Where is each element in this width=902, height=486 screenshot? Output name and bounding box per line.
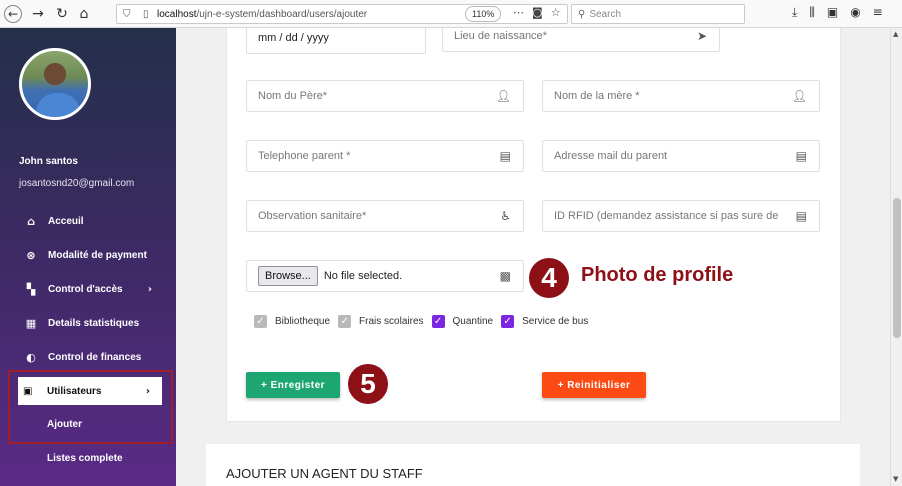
mother-name-input[interactable]: Nom de la mère * 👤︎	[542, 80, 820, 112]
parent-phone-input[interactable]: Telephone parent * ▤	[246, 140, 524, 172]
father-name-input[interactable]: Nom du Père* 👤︎	[246, 80, 524, 112]
rfid-placeholder: ID RFID (demandez assistance si pas sure…	[554, 210, 779, 222]
submenu-item-ajouter[interactable]: Ajouter	[47, 419, 82, 430]
user-email: josantosnd20@gmail.com	[19, 178, 135, 189]
scroll-up-icon[interactable]: ▲	[893, 30, 898, 38]
checkbox-label: Bibliotheque	[275, 316, 331, 327]
user-icon: 👤︎	[495, 89, 511, 103]
menu-icon[interactable]: ≡	[873, 5, 883, 20]
checkbox-service-bus[interactable]: ✓	[501, 315, 515, 328]
sidebar: John santos josantosnd20@gmail.com ⌂ Acc…	[0, 28, 176, 486]
checkbox-label: Frais scolaires	[359, 316, 424, 327]
access-icon: ▚	[26, 282, 36, 296]
staff-section-title: AJOUTER UN AGENT DU STAFF	[226, 466, 423, 481]
finance-icon: ◐	[26, 350, 36, 364]
father-placeholder: Nom du Père*	[258, 90, 328, 102]
user-icon: 👤︎	[791, 89, 807, 103]
checkbox-label: Service de bus	[522, 316, 589, 327]
id-card-icon: ▤	[499, 149, 511, 163]
birthdate-value: mm / dd / yyyy	[258, 32, 329, 44]
chevron-right-icon: ›	[145, 385, 150, 397]
shield-icon: ⛉	[123, 8, 131, 20]
scroll-thumb[interactable]	[893, 198, 901, 338]
reset-button[interactable]: + Reinitialiser	[542, 372, 646, 398]
checkbox-bibliotheque[interactable]: ✓	[254, 315, 267, 328]
checkbox-label: Quantine	[452, 316, 494, 327]
chevron-right-icon: ›	[147, 283, 152, 295]
birthplace-input[interactable]: Lieu de naissance* ➤	[442, 28, 720, 52]
location-arrow-icon: ➤	[696, 29, 707, 43]
sidebar-item-stats[interactable]: ▦ Details statistiques	[22, 312, 162, 334]
sidebar-item-label: Details statistiques	[48, 317, 140, 329]
checkbox-quantine[interactable]: ✓	[431, 315, 445, 328]
id-card-icon: ▤	[795, 209, 807, 223]
accessibility-icon: ♿︎	[500, 209, 511, 223]
page-info-icon[interactable]: ▯	[143, 9, 157, 20]
page-scrollbar[interactable]: ▲ ▼	[890, 28, 902, 486]
rfid-input[interactable]: ID RFID (demandez assistance si pas sure…	[542, 200, 820, 232]
sidebar-item-label: Utilisateurs	[47, 385, 102, 397]
birthplace-placeholder: Lieu de naissance*	[454, 30, 547, 42]
birthdate-input[interactable]: mm / dd / yyyy	[246, 28, 426, 54]
search-placeholder: Search	[589, 8, 622, 20]
sidebar-item-label: Modalité de payment	[48, 249, 147, 261]
parent-phone-placeholder: Telephone parent *	[258, 150, 351, 162]
photo-profile-annotation: Photo de profile	[581, 264, 734, 286]
step-5-badge: 5	[348, 364, 388, 404]
parent-email-input[interactable]: Adresse mail du parent ▤	[542, 140, 820, 172]
checkbox-frais-scolaires[interactable]: ✓	[338, 315, 352, 328]
sidebar-item-finance[interactable]: ◐ Control de finances	[22, 346, 162, 368]
home-icon: ⌂	[27, 214, 35, 228]
image-icon: ▩	[499, 269, 511, 283]
scroll-down-icon[interactable]: ▼	[893, 475, 898, 483]
mother-placeholder: Nom de la mère *	[554, 90, 640, 102]
bookmark-star-icon[interactable]: ☆	[551, 6, 561, 19]
user-name: John santos	[19, 156, 78, 167]
payment-icon: ⊛	[26, 248, 36, 262]
url-host: localhost	[157, 8, 197, 20]
account-icon[interactable]: ◉	[850, 5, 860, 20]
submenu-item-liste[interactable]: Listes complete	[47, 453, 123, 464]
zoom-level[interactable]: 110%	[465, 6, 502, 22]
reload-icon[interactable]: ↻	[52, 4, 72, 24]
forward-icon[interactable]: →	[28, 4, 48, 24]
sidebar-item-payment[interactable]: ⊛ Modalité de payment	[22, 244, 162, 266]
photo-file-input[interactable]: Browse... No file selected. ▩	[246, 260, 524, 292]
avatar	[19, 48, 91, 120]
stats-icon: ▦	[25, 316, 37, 330]
search-icon: ⚲	[578, 8, 586, 20]
back-icon[interactable]: ←	[4, 5, 22, 23]
file-status: No file selected.	[323, 270, 403, 282]
sidebar-item-access[interactable]: ▚ Control d'accès ›	[22, 278, 162, 300]
search-input[interactable]: ⚲ Search	[571, 4, 745, 24]
url-actions: ⋯ ◙ ☆	[513, 6, 561, 19]
main-content: mm / dd / yyyy Lieu de naissance* ➤ Nom …	[176, 28, 890, 486]
id-card-icon: ▤	[795, 149, 807, 163]
pocket-icon[interactable]: ◙	[532, 6, 543, 19]
users-icon: ▣	[23, 385, 33, 397]
parent-email-placeholder: Adresse mail du parent	[554, 150, 668, 162]
sidebar-toggle-icon[interactable]: ▣	[827, 5, 838, 20]
health-placeholder: Observation sanitaire*	[258, 210, 367, 222]
toolbar-icons: ⤓ ⫼ ▣ ◉ ≡	[792, 5, 883, 20]
sidebar-item-label: Control d'accès	[48, 283, 123, 295]
save-button[interactable]: + Enregister	[246, 372, 340, 398]
home-button-icon[interactable]: ⌂	[74, 4, 94, 24]
sidebar-item-label: Acceuil	[48, 215, 84, 227]
services-checkboxes: ✓ Bibliotheque ✓ Frais scolaires ✓ Quant…	[254, 315, 596, 328]
sidebar-item-label: Control de finances	[48, 351, 142, 363]
download-icon[interactable]: ⤓	[792, 5, 797, 20]
sidebar-item-acceuil[interactable]: ⌂ Acceuil	[22, 210, 162, 232]
more-actions-icon[interactable]: ⋯	[513, 6, 524, 19]
health-observation-input[interactable]: Observation sanitaire* ♿︎	[246, 200, 524, 232]
browser-toolbar: ← → ↻ ⌂ ⛉ ▯ localhost/ujn-e-system/dashb…	[0, 0, 902, 28]
library-icon[interactable]: ⫼	[809, 5, 815, 20]
browse-button[interactable]: Browse...	[258, 266, 318, 286]
step-4-badge: 4	[529, 258, 569, 298]
sidebar-item-utilisateurs[interactable]: ▣ Utilisateurs ›	[18, 377, 162, 405]
url-path: /ujn-e-system/dashboard/users/ajouter	[196, 8, 368, 20]
